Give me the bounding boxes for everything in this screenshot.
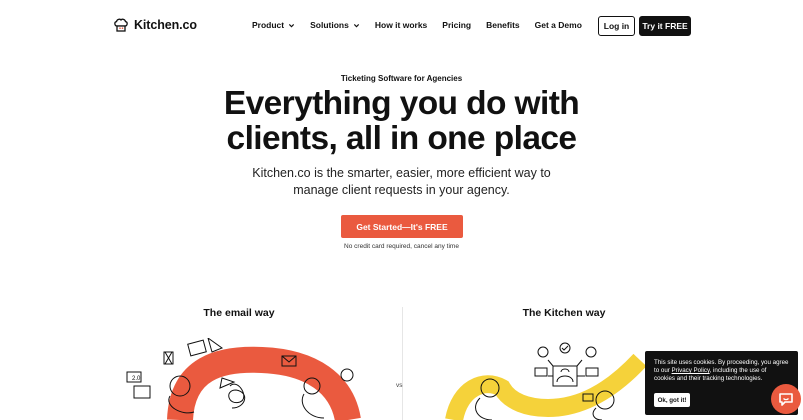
hero-headline-line-1: Everything you do with xyxy=(223,85,580,122)
nav-benefits-label: Benefits xyxy=(486,20,520,30)
chat-launcher[interactable] xyxy=(771,384,801,414)
svg-text:2.0: 2.0 xyxy=(132,376,141,382)
hero-subheadline: Kitchen.co is the smarter, easier, more … xyxy=(0,165,803,198)
nav-product[interactable]: Product xyxy=(252,20,295,30)
hero-subheadline-line-2: manage client requests in your agency. xyxy=(293,182,510,197)
nav-get-a-demo-label: Get a Demo xyxy=(534,20,582,30)
try-free-button[interactable]: Try it FREE xyxy=(639,16,691,36)
hero-subheadline-line-1: Kitchen.co is the smarter, easier, more … xyxy=(252,166,551,180)
get-started-button[interactable]: Get Started—It's FREE xyxy=(341,215,463,238)
email-way-illustration: 2.0 xyxy=(126,338,361,420)
chef-hat-logo-icon xyxy=(114,18,128,32)
login-button[interactable]: Log in xyxy=(598,16,635,36)
privacy-policy-link[interactable]: Privacy Policy xyxy=(672,367,710,374)
no-credit-card-note: No credit card required, cancel any time xyxy=(344,243,459,250)
nav-benefits[interactable]: Benefits xyxy=(486,20,520,30)
comparison-divider xyxy=(402,307,403,420)
nav-solutions[interactable]: Solutions xyxy=(310,20,360,30)
site-header: Kitchen.co Product Solutions How it work… xyxy=(0,0,803,52)
kitchen-way-title: The Kitchen way xyxy=(522,307,606,319)
logo[interactable]: Kitchen.co xyxy=(113,17,197,33)
kitchen-way-illustration xyxy=(445,342,645,420)
nav-get-a-demo[interactable]: Get a Demo xyxy=(535,20,582,30)
hero-headline: Everything you do with clients, all in o… xyxy=(0,86,803,156)
nav-product-label: Product xyxy=(252,20,285,30)
hero-headline-line-2: clients, all in one place xyxy=(226,120,578,157)
main-nav: Product Solutions How it works Pricing B… xyxy=(252,20,582,30)
logo-text: Kitchen.co xyxy=(134,18,197,32)
nav-pricing[interactable]: Pricing xyxy=(442,20,471,30)
nav-how-it-works[interactable]: How it works xyxy=(375,20,427,30)
nav-how-it-works-label: How it works xyxy=(374,20,428,30)
chevron-down-icon xyxy=(289,23,295,27)
nav-pricing-label: Pricing xyxy=(442,20,472,30)
nav-solutions-label: Solutions xyxy=(310,20,349,30)
cookie-ok-button[interactable]: Ok, got it! xyxy=(654,393,690,407)
vs-label: vs xyxy=(396,382,403,389)
cookie-text: This site uses cookies. By proceeding, y… xyxy=(654,359,789,384)
hero-eyebrow: Ticketing Software for Agencies xyxy=(340,74,463,83)
chat-bubble-icon xyxy=(779,393,793,406)
chevron-down-icon xyxy=(353,23,359,27)
email-way-title: The email way xyxy=(203,307,275,319)
